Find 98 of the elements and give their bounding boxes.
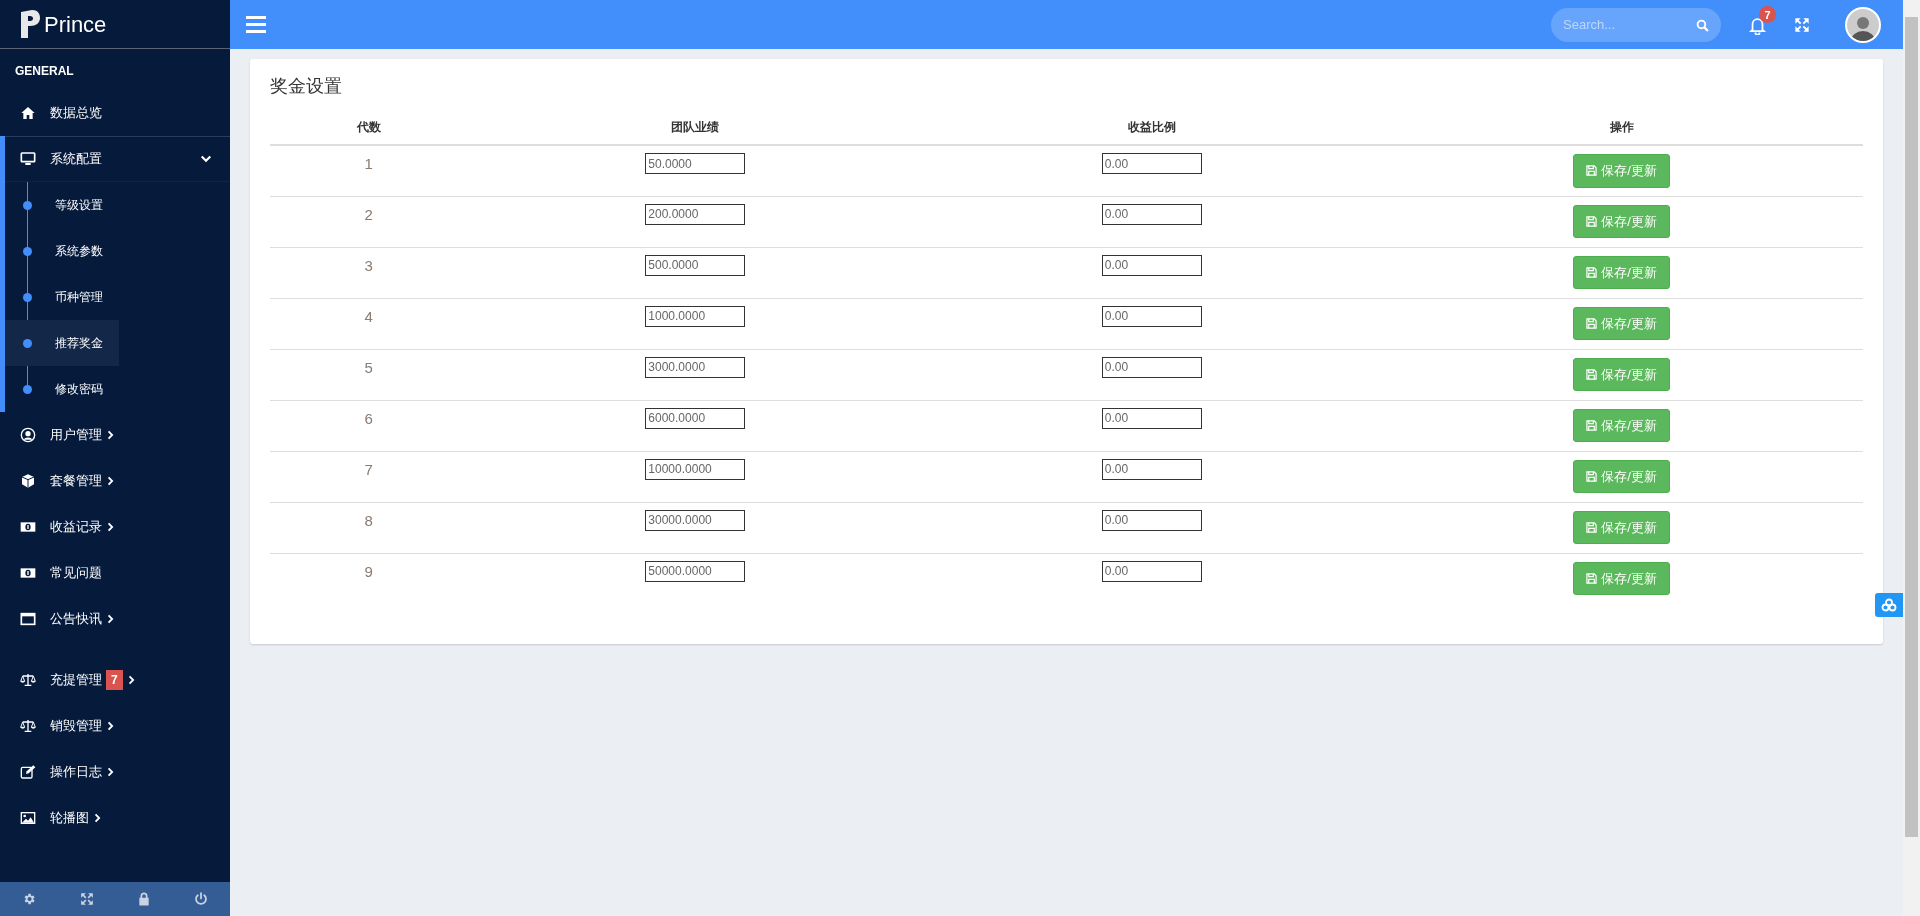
save-icon: [1586, 266, 1598, 278]
cloud-icon: [1881, 598, 1897, 612]
count-badge: 7: [106, 670, 123, 690]
brand-name: Prince: [44, 10, 107, 39]
sidebar-item[interactable]: 用户管理: [0, 412, 230, 458]
generation-number: 9: [364, 562, 373, 580]
ratio-field[interactable]: 0.00: [1101, 254, 1202, 276]
scrollbar-thumb[interactable]: [1905, 17, 1918, 837]
fullscreen-icon[interactable]: [1794, 16, 1810, 33]
column-header: 收益比例: [923, 112, 1381, 145]
sidebar-item-label: 操作日志: [50, 763, 102, 782]
performance-field[interactable]: 50.0000: [645, 153, 746, 174]
lock-icon[interactable]: [138, 892, 150, 906]
banknote-icon: [20, 519, 36, 535]
save-icon: [1586, 368, 1598, 380]
ratio-field[interactable]: 0.00: [1101, 356, 1202, 378]
home-icon: [20, 105, 36, 121]
sidebar-item[interactable]: 销毁管理: [0, 703, 230, 749]
ratio-field[interactable]: 0.00: [1101, 560, 1202, 582]
submenu-item[interactable]: 系统参数: [5, 228, 119, 274]
sidebar-item-label: 数据总览: [50, 104, 102, 123]
floating-widget[interactable]: [1875, 593, 1903, 617]
avatar[interactable]: [1845, 6, 1881, 43]
submenu-item[interactable]: 币种管理: [5, 274, 119, 320]
sidebar-item[interactable]: 套餐管理: [0, 458, 230, 504]
sidebar-item-label: 销毁管理: [50, 717, 102, 736]
submenu-item[interactable]: 推荐奖金: [5, 320, 119, 366]
scrollbar[interactable]: [1903, 0, 1920, 916]
performance-field[interactable]: 3000.0000: [645, 356, 746, 378]
ratio-field[interactable]: 0.00: [1101, 458, 1202, 480]
sidebar-item[interactable]: 收益记录: [0, 504, 230, 550]
sidebar-item-label: 轮播图: [50, 809, 89, 828]
notification-count: 7: [1759, 6, 1776, 24]
generation-number: 4: [364, 307, 373, 325]
power-icon[interactable]: [194, 892, 208, 906]
sidebar-item[interactable]: 充提管理 7: [0, 657, 230, 703]
generation-number: 3: [364, 256, 373, 274]
logo-icon: [20, 9, 40, 39]
scale-icon: [20, 718, 36, 734]
sidebar-item-label: 公告快讯: [50, 610, 102, 629]
sidebar-item-label: 常见问题: [50, 564, 102, 583]
sidebar-item[interactable]: 公告快讯: [0, 596, 230, 642]
column-header: 团队业绩: [467, 112, 924, 145]
banknote-icon: [20, 565, 36, 581]
ratio-field[interactable]: 0.00: [1101, 203, 1202, 225]
save-icon: [1586, 470, 1598, 482]
sidebar-item[interactable]: 轮播图: [0, 795, 230, 841]
performance-field[interactable]: 500.0000: [645, 254, 746, 276]
edit-icon: [20, 764, 36, 780]
card-title: 奖金设置: [270, 75, 343, 98]
sidebar-item-label: 套餐管理: [50, 472, 102, 491]
sidebar-item[interactable]: 系统配置: [5, 136, 230, 182]
sidebar-item-label: 充提管理: [50, 671, 102, 690]
window-icon: [20, 611, 36, 627]
generation-number: 2: [364, 205, 373, 223]
save-icon: [1586, 521, 1598, 533]
column-header: 代数: [270, 112, 468, 145]
cube-icon: [20, 473, 36, 489]
fullscreen-icon[interactable]: [80, 892, 94, 906]
sidebar-item[interactable]: 常见问题: [0, 550, 230, 596]
ratio-field[interactable]: 0.00: [1101, 407, 1202, 429]
sidebar-item[interactable]: 操作日志: [0, 749, 230, 795]
save-icon: [1586, 572, 1598, 584]
performance-field[interactable]: 10000.0000: [645, 458, 746, 480]
column-header: 操作: [1380, 112, 1863, 145]
ratio-field[interactable]: 0.00: [1101, 305, 1202, 327]
sidebar-item[interactable]: 数据总览: [0, 90, 230, 136]
performance-field[interactable]: 1000.0000: [645, 305, 746, 327]
submenu-item[interactable]: 修改密码: [5, 366, 119, 412]
search-icon[interactable]: [1696, 18, 1709, 32]
image-icon: [20, 810, 36, 826]
sidebar-item-label: 系统配置: [50, 150, 102, 169]
generation-number: 7: [364, 460, 373, 478]
bell-icon[interactable]: [1749, 15, 1766, 35]
save-icon: [1586, 215, 1598, 227]
generation-number: 8: [364, 511, 373, 529]
save-icon: [1586, 317, 1598, 329]
monitor-icon: [20, 151, 36, 167]
search-field[interactable]: Search...: [1551, 7, 1721, 42]
sidebar-item-label: 收益记录: [50, 518, 102, 537]
performance-field[interactable]: 6000.0000: [645, 407, 746, 429]
performance-field[interactable]: 50000.0000: [645, 560, 746, 582]
generation-number: 5: [364, 358, 373, 376]
sidebar-item-label: 用户管理: [50, 426, 102, 445]
performance-field[interactable]: 200.0000: [645, 203, 746, 225]
section-title: GENERAL: [14, 63, 75, 80]
generation-number: 1: [364, 155, 373, 172]
save-icon: [1586, 419, 1598, 431]
generation-number: 6: [364, 409, 373, 427]
submenu-item[interactable]: 等级设置: [5, 182, 119, 228]
save-icon: [1586, 165, 1598, 177]
ratio-field[interactable]: 0.00: [1101, 153, 1202, 174]
ratio-field[interactable]: 0.00: [1101, 509, 1202, 531]
user-circle-icon: [20, 427, 36, 443]
scale-icon: [20, 672, 36, 688]
settings-icon[interactable]: [22, 892, 36, 906]
performance-field[interactable]: 30000.0000: [645, 509, 746, 531]
menu-icon[interactable]: [246, 16, 266, 33]
